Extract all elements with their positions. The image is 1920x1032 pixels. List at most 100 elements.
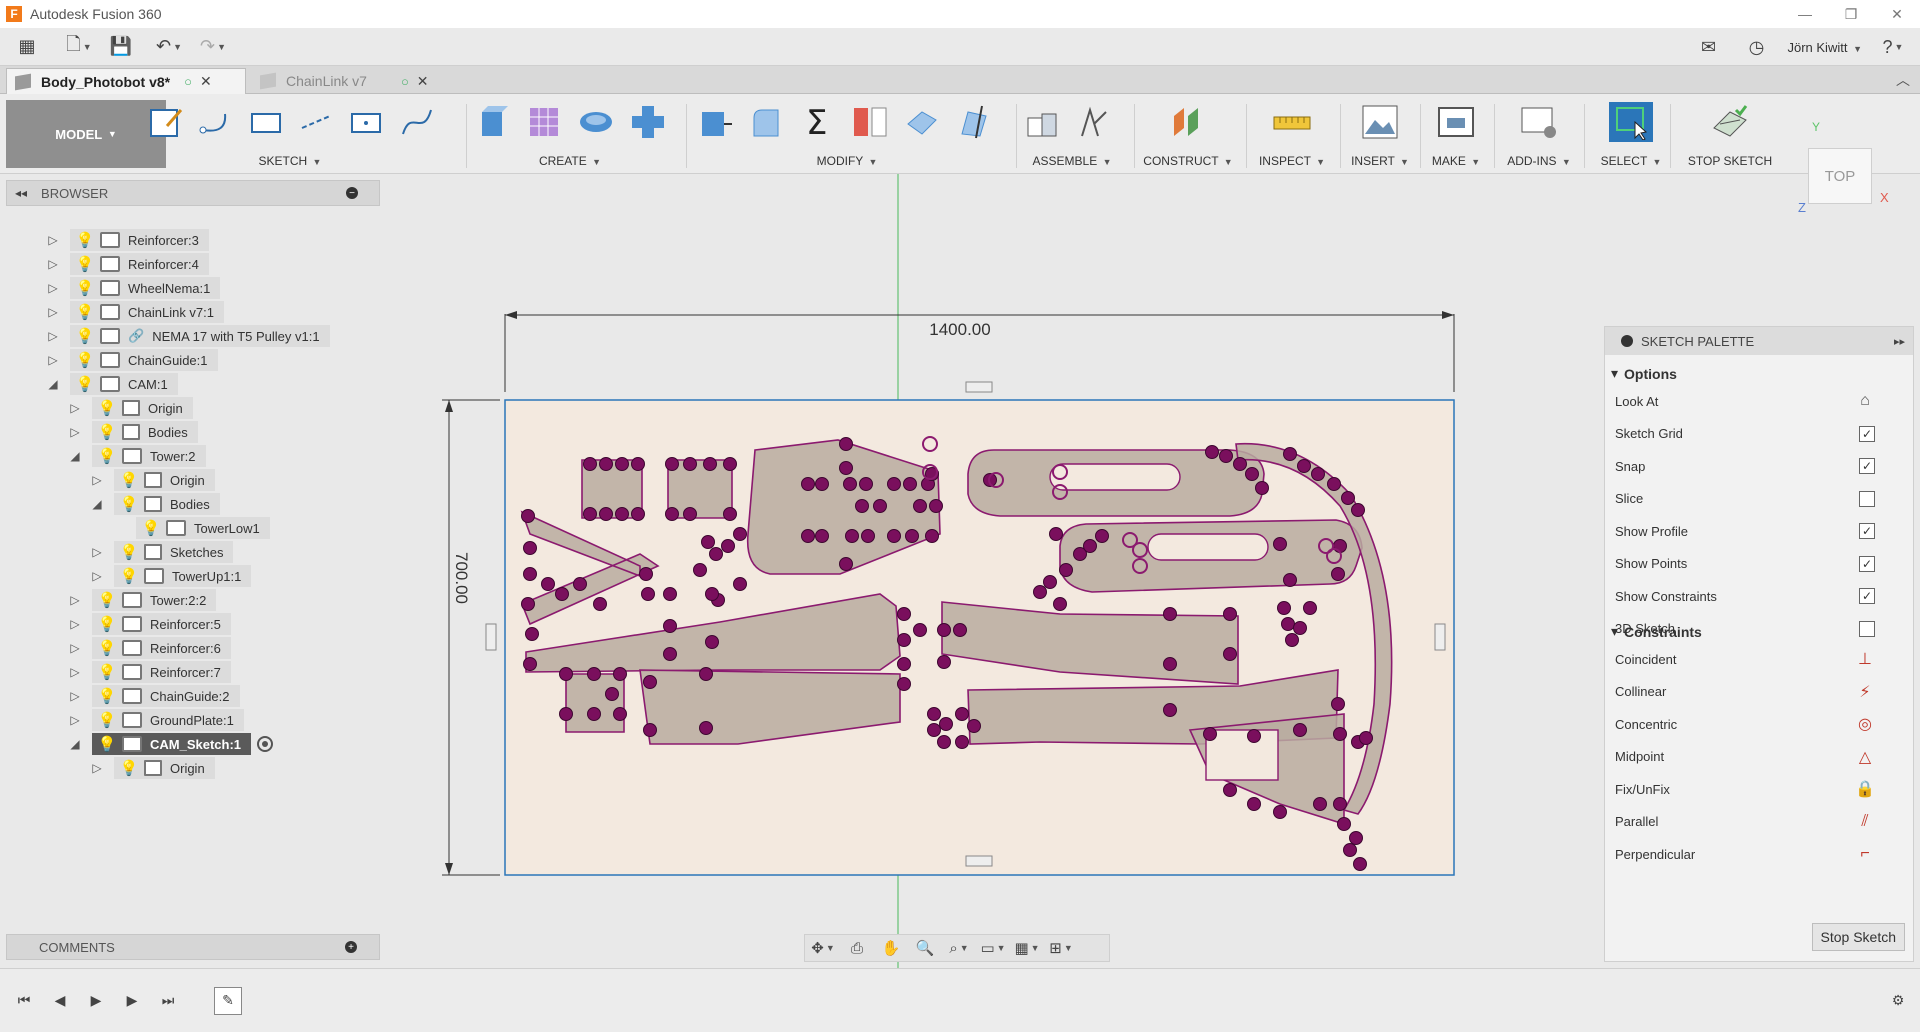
browser-node[interactable]: 💡 TowerLow1	[136, 517, 270, 539]
sketch-hole-point[interactable]	[1341, 491, 1355, 505]
comments-panel-header[interactable]: COMMENTS +	[6, 934, 380, 960]
visibility-bulb-icon[interactable]: 💡	[74, 231, 96, 249]
sketch-hole-point[interactable]	[721, 539, 735, 553]
sketch-hole-point[interactable]	[801, 529, 815, 543]
sketch-hole-point[interactable]	[701, 535, 715, 549]
browser-tree-item[interactable]: ▷ 💡 TowerUp1:1	[88, 564, 252, 588]
sketch-hole-point[interactable]	[599, 507, 613, 521]
browser-node[interactable]: 💡 WheelNema:1	[70, 277, 221, 299]
split-body-icon[interactable]	[952, 102, 996, 142]
visibility-bulb-icon[interactable]: 💡	[140, 519, 162, 537]
insert-group[interactable]: INSERT ▼	[1344, 100, 1416, 174]
sketch-hole-point[interactable]	[1163, 703, 1177, 717]
timeline-sketch-feature-icon[interactable]: ✎	[214, 986, 242, 1015]
expand-triangle-icon[interactable]: ▷	[44, 351, 62, 369]
resize-handle-bottom[interactable]	[965, 855, 993, 867]
collapse-tabs-chevron-icon[interactable]: ︿	[1896, 70, 1910, 90]
select-group[interactable]: SELECT ▼	[1596, 100, 1666, 174]
assemble-group[interactable]: ASSEMBLE ▼	[1020, 100, 1124, 174]
sketch-hole-point[interactable]	[1245, 467, 1259, 481]
browser-node[interactable]: 💡 Reinforcer:5	[92, 613, 231, 635]
perpendicular-icon[interactable]: ⌐	[1855, 844, 1875, 864]
collapse-triangle-icon[interactable]: ◢	[44, 375, 62, 393]
browser-tree-item[interactable]: ▷ 💡 ChainGuide:1	[44, 348, 218, 372]
sketch-hole-point[interactable]	[1297, 459, 1311, 473]
palette-checkbox[interactable]: ✓	[1859, 458, 1875, 474]
sketch-hole-point[interactable]	[521, 509, 535, 523]
browser-tree-item[interactable]: ▷ 💡 Sketches	[88, 540, 234, 564]
palette-checkbox[interactable]	[1859, 490, 1875, 507]
sketch-hole-point[interactable]	[1223, 607, 1237, 621]
sketch-hole-point[interactable]	[1033, 585, 1047, 599]
browser-node[interactable]: 💡 CAM:1	[70, 373, 178, 395]
palette-checkbox[interactable]: ✓	[1859, 523, 1875, 539]
sketch-hole-point[interactable]	[1053, 597, 1067, 611]
scripts-addins-icon[interactable]	[1517, 102, 1561, 142]
construction-line-icon[interactable]	[295, 102, 337, 142]
palette-checkbox[interactable]: ✓	[1859, 588, 1875, 604]
sketch-hole-point[interactable]	[641, 587, 655, 601]
sketch-hole-point[interactable]	[523, 541, 537, 555]
width-dimension-text[interactable]: 1400.00	[929, 320, 990, 339]
browser-node[interactable]: 💡 ChainGuide:1	[70, 349, 218, 371]
visibility-bulb-icon[interactable]: 💡	[118, 759, 140, 777]
palette-option-row[interactable]: Slice	[1615, 487, 1875, 511]
expand-triangle-icon[interactable]	[110, 519, 128, 537]
physical-material-icon[interactable]	[848, 102, 892, 142]
sketch-hole-point[interactable]	[1205, 445, 1219, 459]
expand-triangle-icon[interactable]: ▷	[44, 327, 62, 345]
go-to-start-icon[interactable]: ⏮	[12, 989, 36, 1013]
sketch-hole-point[interactable]	[541, 577, 555, 591]
go-to-end-icon[interactable]: ⏭	[156, 989, 180, 1013]
browser-node[interactable]: 💡 GroundPlate:1	[92, 709, 244, 731]
sketch-hole-point[interactable]	[861, 529, 875, 543]
visibility-bulb-icon[interactable]: 💡	[96, 687, 118, 705]
sketch-hole-point[interactable]	[699, 667, 713, 681]
sketch-hole-point[interactable]	[859, 477, 873, 491]
browser-node[interactable]: 💡 Bodies	[92, 421, 198, 443]
sketch-hole-point[interactable]	[559, 667, 573, 681]
activate-radio-icon[interactable]	[257, 736, 274, 752]
visibility-bulb-icon[interactable]: 💡	[96, 711, 118, 729]
sketch-hole-point[interactable]	[845, 529, 859, 543]
sketch-hole-point[interactable]	[613, 667, 627, 681]
sketch-hole-point[interactable]	[631, 507, 645, 521]
orbit-icon[interactable]: ✥ ▼	[809, 937, 837, 959]
sketch-hole-point[interactable]	[1285, 633, 1299, 647]
visibility-bulb-icon[interactable]: 💡	[96, 423, 118, 441]
palette-checkbox[interactable]	[1859, 620, 1875, 637]
sketch-hole-point[interactable]	[593, 597, 607, 611]
sketch-hole-point[interactable]	[709, 547, 723, 561]
browser-tree-item[interactable]: ▷ 💡 Reinforcer:7	[66, 660, 231, 684]
extrude-icon[interactable]	[470, 102, 514, 142]
sketch-hole-point[interactable]	[1333, 539, 1347, 553]
browser-tree-item[interactable]: 💡 TowerLow1	[110, 516, 270, 540]
visibility-bulb-icon[interactable]: 💡	[74, 303, 96, 321]
form-icon[interactable]	[522, 102, 566, 142]
browser-tree-item[interactable]: ▷ 💡 WheelNema:1	[44, 276, 221, 300]
redo-icon[interactable]: ↷ ▼	[196, 32, 230, 62]
sketch-group[interactable]: SKETCH ▼	[142, 100, 438, 174]
sketch-hole-point[interactable]	[587, 667, 601, 681]
sketch-hole-point[interactable]	[955, 735, 969, 749]
sketch-hole-point[interactable]	[839, 557, 853, 571]
part-profile-frame-small[interactable]	[565, 673, 625, 733]
browser-tree-item[interactable]: ◢ 💡 CAM:1	[44, 372, 178, 396]
timeline-settings-gear-icon[interactable]: ⚙	[1886, 989, 1910, 1013]
joint-icon[interactable]	[1072, 102, 1116, 142]
sketch-hole-point[interactable]	[937, 623, 951, 637]
sketch-hole-point[interactable]	[615, 457, 629, 471]
sketch-hole-point[interactable]	[1337, 817, 1351, 831]
sketch-hole-point[interactable]	[723, 507, 737, 521]
sketch-hole-point[interactable]	[559, 707, 573, 721]
sketch-hole-point[interactable]	[1283, 447, 1297, 461]
browser-tree-item[interactable]: ▷ 💡 Bodies	[66, 420, 198, 444]
sketch-hole-point[interactable]	[903, 477, 917, 491]
sketch-hole-point[interactable]	[663, 587, 677, 601]
sketch-hole-point[interactable]	[683, 457, 697, 471]
point-icon[interactable]	[345, 102, 387, 142]
sketch-hole-point[interactable]	[573, 577, 587, 591]
browser-node[interactable]: 💡 Origin	[92, 397, 193, 419]
sketch-hole-point[interactable]	[953, 623, 967, 637]
sketch-hole-point[interactable]	[599, 457, 613, 471]
